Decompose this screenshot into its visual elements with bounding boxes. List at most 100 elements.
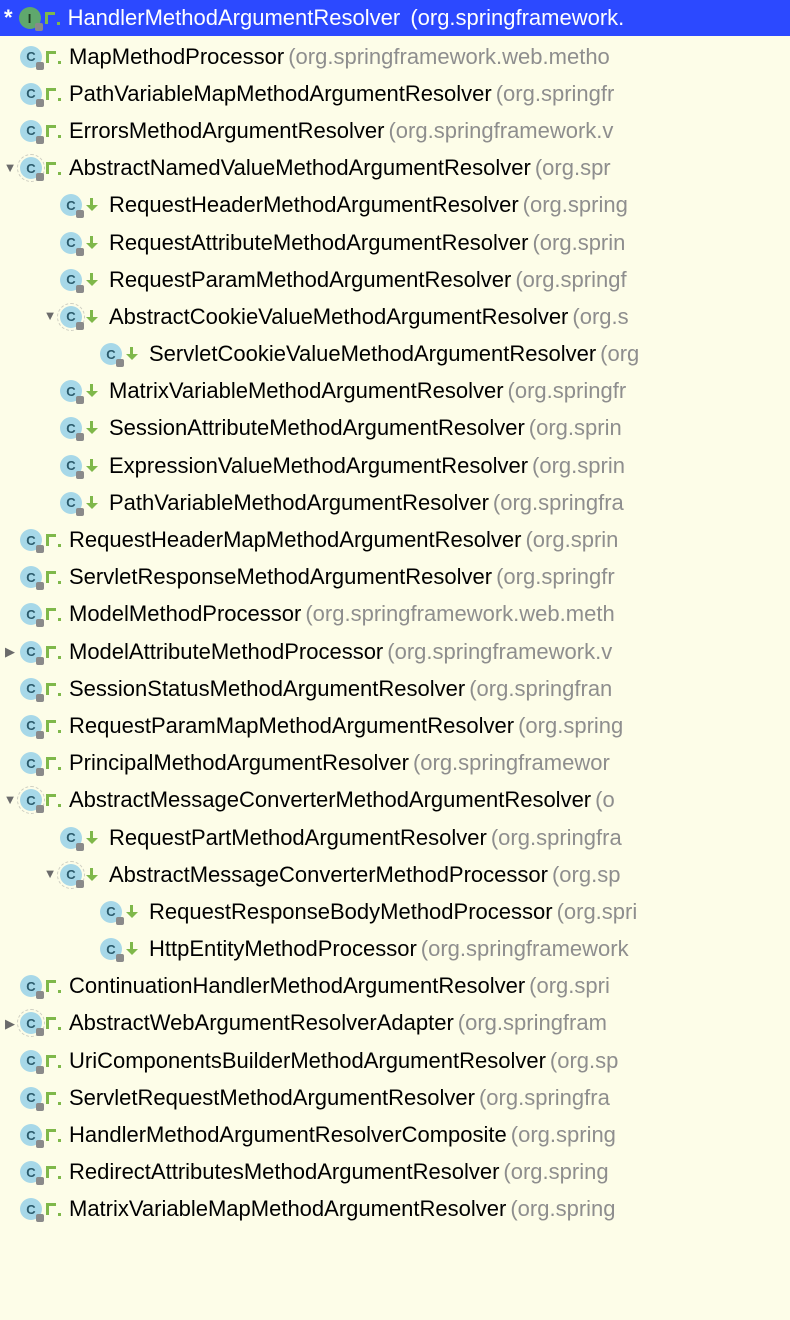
package-label: (org.springfra (491, 827, 622, 849)
tree-row[interactable]: CRedirectAttributesMethodArgumentResolve… (0, 1154, 790, 1191)
tree-row[interactable]: CHandlerMethodArgumentResolverComposite(… (0, 1116, 790, 1153)
package-label: (org.sp (552, 864, 620, 886)
tree-row[interactable]: CMatrixVariableMapMethodArgumentResolver… (0, 1191, 790, 1228)
class-icon: C (20, 789, 63, 811)
overrides-icon (85, 236, 103, 250)
implements-icon (45, 50, 63, 64)
overrides-icon (85, 421, 103, 435)
tree-row[interactable]: CSessionAttributeMethodArgumentResolver(… (0, 410, 790, 447)
overrides-icon (125, 905, 143, 919)
class-name: AbstractWebArgumentResolverAdapter (69, 1012, 454, 1034)
package-label: (org.springframework.v (388, 120, 613, 142)
implements-icon (45, 570, 63, 584)
class-name: ModelAttributeMethodProcessor (69, 641, 383, 663)
tree-row[interactable]: CRequestHeaderMethodArgumentResolver(org… (0, 187, 790, 224)
class-icon: C (60, 269, 103, 291)
overrides-icon (125, 347, 143, 361)
tree-row[interactable]: CServletRequestMethodArgumentResolver(or… (0, 1079, 790, 1116)
package-label: (org.spring (518, 715, 623, 737)
class-icon: C (60, 380, 103, 402)
chevron-right-icon[interactable]: ▶ (0, 1017, 20, 1030)
tree-row[interactable]: CPrincipalMethodArgumentResolver(org.spr… (0, 745, 790, 782)
class-icon: C (60, 827, 103, 849)
chevron-down-icon[interactable]: ▼ (40, 310, 60, 323)
tree-row[interactable]: ▼CAbstractCookieValueMethodArgumentResol… (0, 298, 790, 335)
tree-row[interactable]: CMapMethodProcessor(org.springframework.… (0, 38, 790, 75)
header-title: HandlerMethodArgumentResolver (68, 7, 401, 29)
class-name: RedirectAttributesMethodArgumentResolver (69, 1161, 499, 1183)
tree-row[interactable]: CRequestParamMapMethodArgumentResolver(o… (0, 707, 790, 744)
package-label: (org.springframework.web.meth (305, 603, 614, 625)
package-label: (o (595, 789, 615, 811)
chevron-right-icon[interactable]: ▶ (0, 645, 20, 658)
package-label: (org.springfr (496, 566, 615, 588)
tree-row[interactable]: CPathVariableMethodArgumentResolver(org.… (0, 484, 790, 521)
chevron-down-icon[interactable]: ▼ (0, 794, 20, 807)
tree-row[interactable]: CRequestResponseBodyMethodProcessor(org.… (0, 893, 790, 930)
tree-row[interactable]: CServletCookieValueMethodArgumentResolve… (0, 336, 790, 373)
package-label: (org (600, 343, 639, 365)
implements-icon (45, 1165, 63, 1179)
overrides-icon (85, 310, 103, 324)
tree-row[interactable]: CServletResponseMethodArgumentResolver(o… (0, 559, 790, 596)
class-name: RequestHeaderMethodArgumentResolver (109, 194, 519, 216)
implements-icon (45, 793, 63, 807)
package-label: (org.springframewor (413, 752, 610, 774)
tree-row[interactable]: ▼CAbstractMessageConverterMethodArgument… (0, 782, 790, 819)
package-label: (org.springframework (421, 938, 629, 960)
tree-row[interactable]: CModelMethodProcessor(org.springframewor… (0, 596, 790, 633)
header-package: (org.springframework. (404, 7, 624, 29)
tree-row[interactable]: ▼CAbstractNamedValueMethodArgumentResolv… (0, 150, 790, 187)
class-icon: C (20, 752, 63, 774)
tree-row[interactable]: CPathVariableMapMethodArgumentResolver(o… (0, 75, 790, 112)
chevron-down-icon[interactable]: ▼ (40, 868, 60, 881)
class-icon: C (60, 492, 103, 514)
package-label: (org.spri (557, 901, 638, 923)
tree-row[interactable]: C ErrorsMethodArgumentResolver(org.spring… (0, 112, 790, 149)
tree-row[interactable]: CSessionStatusMethodArgumentResolver(org… (0, 670, 790, 707)
tree-row[interactable]: CRequestParamMethodArgumentResolver(org.… (0, 261, 790, 298)
class-name: SessionAttributeMethodArgumentResolver (109, 417, 525, 439)
tree-row[interactable]: CRequestPartMethodArgumentResolver(org.s… (0, 819, 790, 856)
tree-row[interactable]: CRequestAttributeMethodArgumentResolver(… (0, 224, 790, 261)
class-icon: C (100, 343, 143, 365)
class-name: ExpressionValueMethodArgumentResolver (109, 455, 528, 477)
implements-icon (45, 1128, 63, 1142)
tree-row[interactable]: CHttpEntityMethodProcessor(org.springfra… (0, 931, 790, 968)
package-label: (org.spri (529, 975, 610, 997)
tree-row[interactable]: CUriComponentsBuilderMethodArgumentResol… (0, 1042, 790, 1079)
class-name: MatrixVariableMethodArgumentResolver (109, 380, 504, 402)
class-icon: C (20, 120, 63, 142)
class-name: ModelMethodProcessor (69, 603, 301, 625)
class-icon: C (20, 678, 63, 700)
tree-row[interactable]: CMatrixVariableMethodArgumentResolver(or… (0, 373, 790, 410)
implements-icon (45, 756, 63, 770)
implements-icon (45, 161, 63, 175)
class-icon: C (60, 194, 103, 216)
tree-row[interactable]: ▶CModelAttributeMethodProcessor(org.spri… (0, 633, 790, 670)
header-row[interactable]: * I HandlerMethodArgumentResolver (org.s… (0, 0, 790, 36)
package-label: (org.s (572, 306, 628, 328)
tree-row[interactable]: CContinuationHandlerMethodArgumentResolv… (0, 968, 790, 1005)
package-label: (org.springfram (458, 1012, 607, 1034)
tree-row[interactable]: CExpressionValueMethodArgumentResolver(o… (0, 447, 790, 484)
implements-icon (45, 682, 63, 696)
class-icon: C (20, 1124, 63, 1146)
class-name: ServletResponseMethodArgumentResolver (69, 566, 492, 588)
class-name: RequestResponseBodyMethodProcessor (149, 901, 553, 923)
class-name: AbstractCookieValueMethodArgumentResolve… (109, 306, 568, 328)
tree-row[interactable]: ▶CAbstractWebArgumentResolverAdapter(org… (0, 1005, 790, 1042)
package-label: (org.sprin (532, 455, 625, 477)
implements-icon (45, 87, 63, 101)
class-name: ErrorsMethodArgumentResolver (69, 120, 384, 142)
package-label: (org.spring (510, 1198, 615, 1220)
package-label: (org.spring (511, 1124, 616, 1146)
package-label: (org.sprin (525, 529, 618, 551)
tree-row[interactable]: ▼CAbstractMessageConverterMethodProcesso… (0, 856, 790, 893)
tree-row[interactable]: CRequestHeaderMapMethodArgumentResolver(… (0, 521, 790, 558)
implements-icon (45, 124, 63, 138)
class-name: RequestParamMapMethodArgumentResolver (69, 715, 514, 737)
implements-icon (45, 719, 63, 733)
chevron-down-icon[interactable]: ▼ (0, 162, 20, 175)
class-icon: C (20, 1050, 63, 1072)
